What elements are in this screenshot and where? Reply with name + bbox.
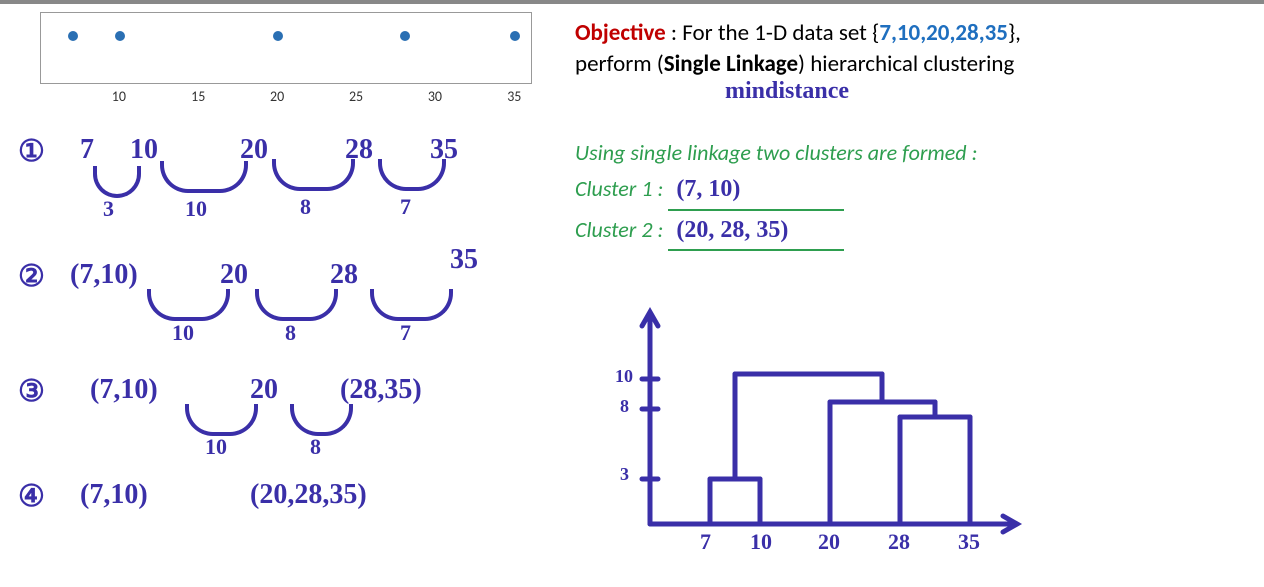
cluster1-value: (7, 10) — [668, 170, 844, 210]
step2-v2: 28 — [330, 259, 358, 291]
step1-d0: 3 — [103, 196, 114, 222]
step3-d0: 10 — [205, 434, 227, 460]
cluster1-label: Cluster 1 : — [575, 175, 663, 202]
objective-linkage: Single Linkage — [664, 50, 798, 78]
step2-arc3 — [370, 289, 453, 321]
objective-line2: perform (Single Linkage) hierarchical cl… — [575, 49, 1255, 80]
step1-arc4 — [378, 159, 446, 191]
dendrogram: 10 8 3 7 10 20 28 35 — [600, 304, 1030, 564]
objective-prefix: : For the 1-D data set { — [671, 19, 879, 47]
result-block: Using single linkage two clusters are fo… — [575, 135, 1255, 251]
data-point-10 — [115, 31, 125, 41]
dendro-x1: 10 — [750, 529, 772, 555]
x-tick-15: 15 — [191, 88, 205, 105]
data-point-35 — [510, 31, 520, 41]
handwritten-mindistance: mindistance — [725, 78, 1255, 105]
step1-v1: 10 — [130, 134, 158, 166]
step1-d1: 10 — [185, 196, 207, 222]
step1-d3: 7 — [400, 194, 411, 220]
x-axis-ticks: 10 15 20 25 30 35 — [40, 88, 530, 108]
step1-arc3 — [272, 159, 355, 191]
dendro-y0: 10 — [615, 366, 633, 387]
step2-arc2 — [255, 289, 338, 321]
data-point-28 — [400, 31, 410, 41]
step3-v0: (7,10) — [90, 374, 158, 406]
step2-d1: 8 — [285, 320, 296, 346]
right-column: Objective : For the 1-D data set {7,10,2… — [575, 18, 1255, 251]
step4-num: ④ — [18, 479, 45, 514]
scatter-chart — [40, 12, 532, 84]
step1-v0: 7 — [80, 134, 94, 166]
left-column: 10 15 20 25 30 35 — [0, 12, 560, 108]
step4-v0: (7,10) — [80, 479, 148, 511]
chart-dots — [41, 13, 531, 83]
x-tick-35: 35 — [507, 88, 521, 105]
step3-v2: (28,35) — [340, 374, 422, 406]
x-tick-30: 30 — [428, 88, 442, 105]
step2-d0: 10 — [172, 320, 194, 346]
step2-arc1 — [147, 289, 230, 321]
step1-arc2 — [160, 161, 248, 193]
dendro-x0: 7 — [700, 529, 711, 555]
step3-v1: 20 — [250, 374, 278, 406]
step2-v1: 20 — [220, 259, 248, 291]
dendro-x4: 35 — [958, 529, 980, 555]
step3-d1: 8 — [310, 434, 321, 460]
objective-label: Objective — [575, 19, 666, 47]
dendro-x3: 28 — [888, 529, 910, 555]
x-tick-20: 20 — [270, 88, 284, 105]
cluster2-label: Cluster 2 : — [575, 216, 663, 243]
step1-d2: 8 — [300, 194, 311, 220]
cluster2-row: Cluster 2 : (20, 28, 35) — [575, 211, 1255, 251]
data-point-7 — [68, 31, 78, 41]
step1-num: ① — [18, 134, 45, 169]
dendrogram-svg — [600, 304, 1030, 564]
objective-suffix: }, — [1008, 19, 1021, 47]
step3-arc2 — [290, 404, 353, 436]
step2-num: ② — [18, 259, 45, 294]
step3-num: ③ — [18, 374, 45, 409]
objective-line2a: perform ( — [575, 50, 664, 78]
step2-d2: 7 — [400, 320, 411, 346]
step3-arc1 — [185, 404, 258, 436]
cluster1-row: Cluster 1 : (7, 10) — [575, 170, 1255, 210]
step1-arc1 — [93, 166, 141, 198]
step2-v3: 35 — [450, 244, 478, 276]
step2-v0: (7,10) — [70, 259, 138, 291]
objective-line1: Objective : For the 1-D data set {7,10,2… — [575, 18, 1255, 49]
objective-line2b: ) hierarchical clustering — [798, 50, 1014, 78]
data-point-20 — [273, 31, 283, 41]
result-heading: Using single linkage two clusters are fo… — [575, 135, 1255, 170]
dendro-y2: 3 — [620, 464, 629, 485]
step4-v1: (20,28,35) — [250, 479, 367, 511]
dendro-y1: 8 — [620, 396, 629, 417]
cluster2-value: (20, 28, 35) — [668, 211, 844, 251]
dendro-x2: 20 — [818, 529, 840, 555]
slide: 0 -1 10 15 20 25 30 35 Objective : For t… — [0, 0, 1264, 587]
objective-dataset: 7,10,20,28,35 — [879, 19, 1008, 47]
x-tick-25: 25 — [349, 88, 363, 105]
x-tick-10: 10 — [112, 88, 126, 105]
